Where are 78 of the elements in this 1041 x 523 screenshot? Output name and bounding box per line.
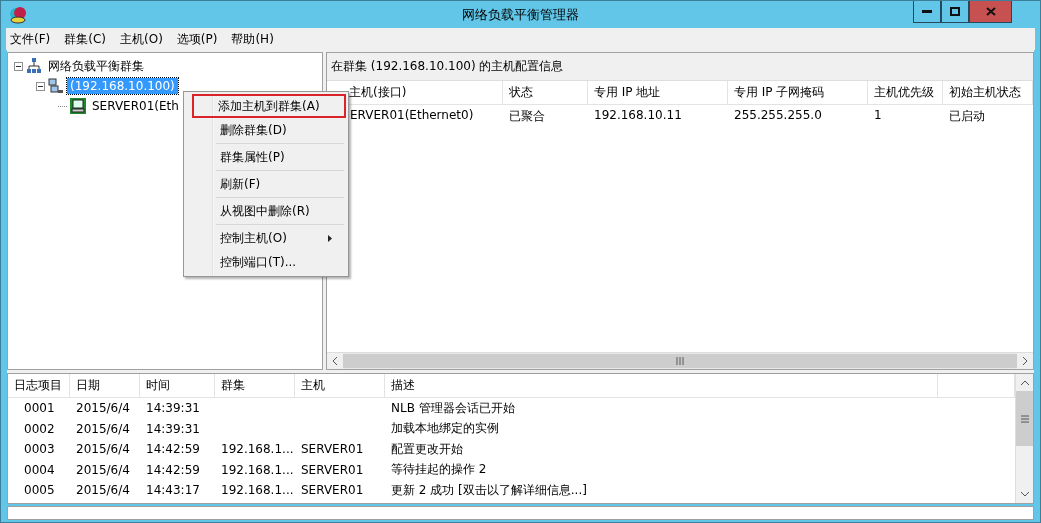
table-cell-text: 14:39:31 <box>145 421 201 436</box>
network-icon <box>26 58 42 74</box>
column-header[interactable]: 群集 <box>215 374 295 398</box>
table-cell-text: 已启动 <box>948 108 986 125</box>
menu-item[interactable]: 帮助(H) <box>231 30 274 48</box>
column-header[interactable]: 专用 IP 地址 <box>588 81 728 105</box>
menu-item[interactable]: 控制主机(O) <box>186 226 346 250</box>
column-header[interactable]: 专用 IP 子网掩码 <box>728 81 868 105</box>
table-cell-text: 192.168.1... <box>220 442 295 457</box>
table-cell-text: 0001 <box>23 401 56 416</box>
close-button[interactable] <box>969 1 1012 23</box>
table-cell-text: 14:43:17 <box>145 483 201 498</box>
table-cell-text: 0002 <box>23 421 56 436</box>
computer-icon <box>70 98 86 114</box>
submenu-arrow-icon <box>328 234 332 242</box>
column-header[interactable]: 初始主机状态 <box>943 81 1033 105</box>
table-cell-text: 0003 <box>23 442 56 457</box>
table-cell-text: 192.168.1... <box>220 483 295 498</box>
column-header[interactable]: 日志项目 <box>8 374 70 398</box>
tree-item[interactable]: SERVER01(Eth <box>89 98 182 114</box>
table-cell-text: 255.255.255.0 <box>733 107 823 124</box>
table-cell-text: 192.168.10.11 <box>593 107 683 124</box>
table-cell-text: ERVER01(Ethernet0) <box>349 107 475 124</box>
menu-item[interactable]: 选项(P) <box>176 30 218 48</box>
table-cell-text: 1 <box>873 107 883 124</box>
column-header[interactable]: 状态 <box>503 81 588 105</box>
table-cell-text: 0005 <box>23 483 56 498</box>
menu-item[interactable]: 文件(F) <box>10 30 51 48</box>
table-cell-text: 2015/6/4 <box>75 442 131 457</box>
table-cell-text: 配置更改开始 <box>390 440 464 458</box>
menu-item[interactable]: 添加主机到群集(A) <box>192 94 346 118</box>
app-icon <box>9 5 27 24</box>
minimize-icon <box>922 9 932 14</box>
table-cell-text: 2015/6/4 <box>75 401 131 416</box>
menu-item[interactable]: 从视图中删除(R) <box>186 199 346 223</box>
scrollbar-thumb[interactable] <box>343 354 1017 368</box>
table-cell-text: 14:39:31 <box>145 401 201 416</box>
table-cell-text: 2015/6/4 <box>75 421 131 436</box>
panel-caption: 在群集 (192.168.10.100) 的主机配置信息 <box>327 53 1033 81</box>
column-header[interactable]: 日期 <box>70 374 140 398</box>
column-header[interactable]: 主机优先级 <box>868 81 943 105</box>
column-header[interactable]: 描述 <box>385 374 938 398</box>
menu-item[interactable]: 刷新(F) <box>186 172 346 196</box>
scroll-right-icon[interactable] <box>1017 353 1033 369</box>
table-cell-text: SERVER01 <box>300 483 365 498</box>
table-cell-text: 14:42:59 <box>145 462 201 477</box>
minimize-button[interactable] <box>913 1 941 23</box>
table-cell-text: 已聚合 <box>508 108 546 125</box>
table-cell-text: 更新 2 成功 [双击以了解详细信息...] <box>390 481 588 499</box>
column-header[interactable]: 主机 <box>295 374 385 398</box>
menu-item[interactable]: 群集(C) <box>64 30 106 48</box>
scroll-left-icon[interactable] <box>327 353 343 369</box>
horizontal-scrollbar[interactable] <box>327 352 1033 369</box>
table-cell-text: SERVER01 <box>300 442 365 457</box>
tree-item[interactable]: 网络负载平衡群集 <box>45 56 147 76</box>
vertical-scrollbar[interactable] <box>1015 374 1033 503</box>
table-cell-text: 加载本地绑定的实例 <box>390 420 500 438</box>
menu-item[interactable]: 控制端口(T)... <box>186 250 346 274</box>
maximize-icon <box>950 7 960 16</box>
table-cell-text: SERVER01 <box>300 462 365 477</box>
menu-item[interactable]: 删除群集(D) <box>186 118 346 142</box>
scrollbar-thumb[interactable] <box>1016 391 1033 446</box>
table-cell-text: 192.168.1... <box>220 462 295 477</box>
maximize-button[interactable] <box>941 1 969 23</box>
close-icon <box>985 7 996 16</box>
window-title: 网络负载平衡管理器 <box>461 5 580 24</box>
table-cell-text: NLB 管理器会话已开始 <box>390 399 516 417</box>
table-cell-text: 2015/6/4 <box>75 483 131 498</box>
table-cell-text: 0004 <box>23 462 56 477</box>
table-cell-text: 2015/6/4 <box>75 462 131 477</box>
column-header[interactable]: 时间 <box>140 374 215 398</box>
menu-item[interactable]: 群集属性(P) <box>186 145 346 169</box>
collapse-icon[interactable] <box>14 61 23 71</box>
menu-item[interactable]: 主机(O) <box>120 30 163 48</box>
computers-icon <box>48 78 64 94</box>
table-cell-text: 等待挂起的操作 2 <box>390 461 488 479</box>
table-cell-text: 14:42:59 <box>145 442 201 457</box>
collapse-icon[interactable] <box>36 81 45 91</box>
